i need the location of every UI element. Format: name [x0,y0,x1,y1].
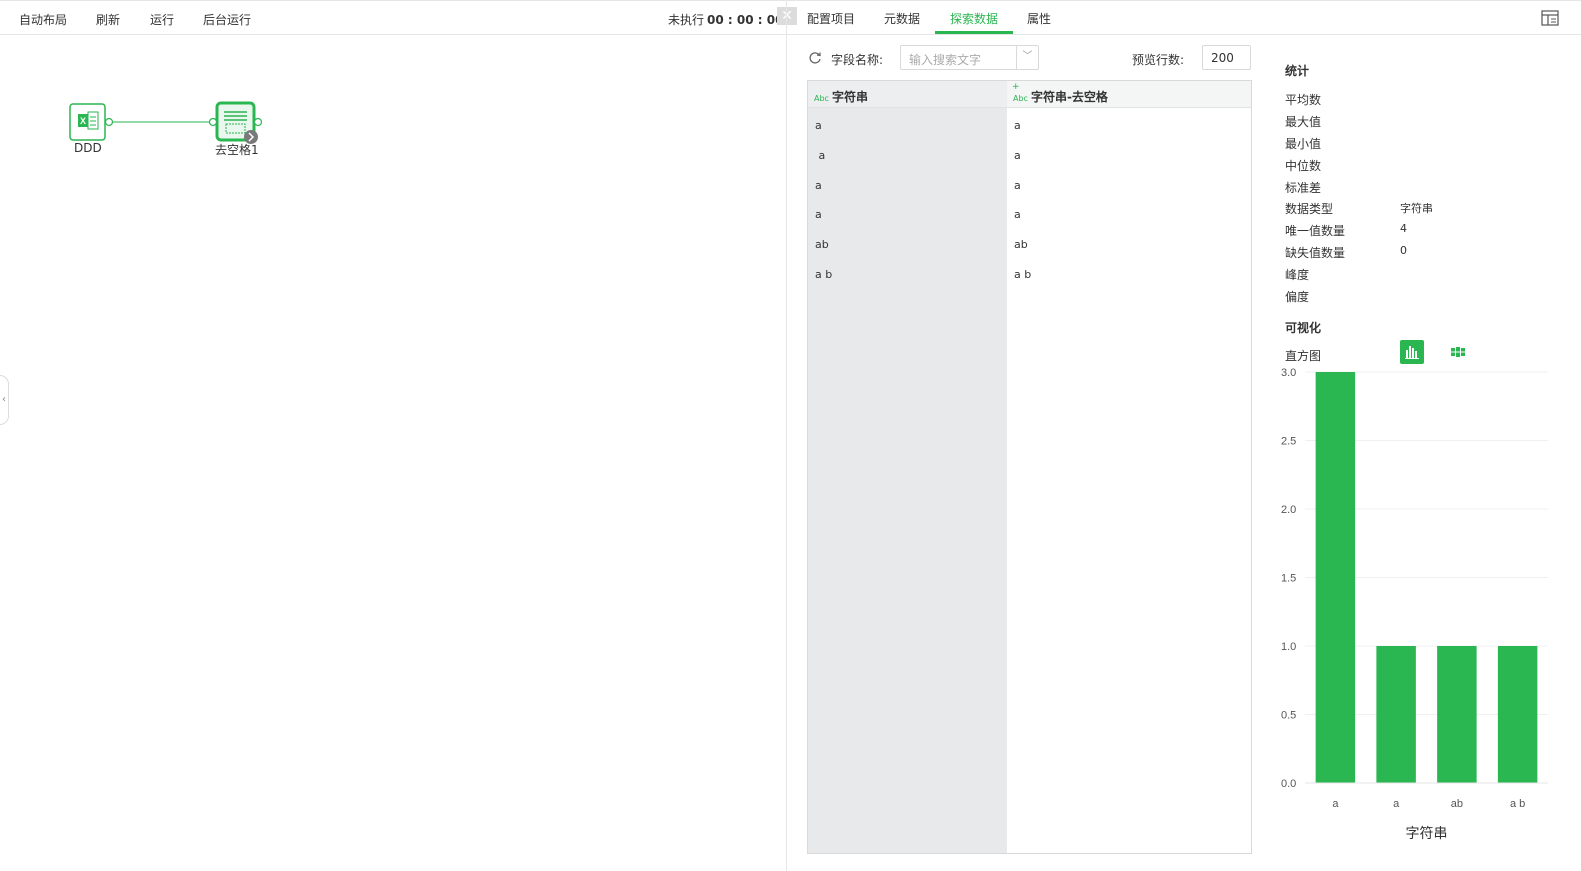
y-tick-label: 1.5 [1281,573,1296,585]
output-port[interactable] [253,117,263,127]
tab-metadata[interactable]: 元数据 [884,10,920,27]
histogram-label: 直方图 [1285,349,1322,363]
column-header-label: 字符串 [831,90,868,104]
run-button[interactable]: 运行 [150,11,174,28]
table-column: Abc 字符串 a a a a ab a b [808,81,1007,853]
excel-icon[interactable]: X [69,103,106,141]
column-header-label: 字符串-去空格 [1030,90,1108,104]
output-port[interactable] [104,117,114,127]
y-tick-label: 3.0 [1281,367,1296,379]
stat-name: 峰度 [1285,268,1310,282]
tab-config[interactable]: 配置项目 [807,10,855,27]
text-type-icon: Abc [814,94,829,103]
y-tick-label: 1.0 [1281,641,1296,653]
y-tick-label: 2.5 [1281,436,1296,448]
collapse-left-icon[interactable]: ‹ [0,375,9,425]
layout-icon[interactable] [1541,9,1559,27]
table-cell: a [1014,148,1021,162]
stat-value: 4 [1400,222,1407,235]
histogram-bar [1437,646,1477,783]
search-placeholder: 输入搜索文字 [909,53,982,67]
refresh-icon[interactable] [808,51,822,65]
stat-name: 数据类型 [1285,202,1334,216]
stat-name: 唯一值数量 [1285,224,1346,238]
data-preview-table: Abc 字符串 a a a a ab a b + Abc 字符串-去空格 a a a … [807,80,1252,854]
svg-text:X: X [80,116,86,126]
y-tick-label: 0.0 [1281,778,1296,790]
auto-layout-button[interactable]: 自动布局 [19,11,67,28]
node-label-ddd: DDD [74,141,102,155]
table-cell: a [815,119,822,132]
histogram-bar [1376,646,1416,783]
field-search-input[interactable]: 输入搜索文字 ﹀ [900,45,1039,70]
table-cell: a [1014,208,1021,222]
input-port[interactable] [208,117,218,127]
table-cell: a b [1014,267,1032,281]
node-label-trim: 去空格1 [215,143,259,157]
table-cell: ab [1014,238,1028,252]
stat-name: 偏度 [1285,290,1310,304]
run-status: 未执行 00 : 00 : 00 [668,11,783,28]
stat-name: 最小值 [1285,137,1322,151]
x-tick-label: a [1393,798,1400,810]
preview-rows-input[interactable]: 200 [1202,45,1251,70]
text-type-icon: Abc [1013,94,1028,103]
stat-name: 标准差 [1285,181,1322,195]
flow-toolbar: 自动布局 刷新 运行 后台运行 未执行 00 : 00 : 00 [0,0,788,35]
stat-name: 缺失值数量 [1285,246,1346,260]
table-cell: a [815,178,822,192]
x-tick-label: a [1332,798,1339,810]
column-header[interactable]: Abc 字符串 [808,81,1007,108]
histogram-bar [1315,372,1356,783]
histogram-bar [1497,646,1538,783]
table-cell: a b [815,267,833,281]
preview-rows-label: 预览行数: [1132,53,1185,67]
x-tick-label: a b [1510,798,1525,810]
table-column: + Abc 字符串-去空格 a a a a ab a b [1007,81,1251,853]
status-label: 未执行 [668,13,705,27]
active-tab-indicator [935,31,1013,34]
background-run-button[interactable]: 后台运行 [203,11,251,28]
app-window: 自动布局 刷新 运行 后台运行 未执行00 : 00 : 00 ✕ ‹ X [0,0,1581,871]
table-cell: a [815,148,826,162]
refresh-button[interactable]: 刷新 [96,11,120,28]
stat-name: 中位数 [1285,159,1322,173]
boxplot-icon[interactable] [1446,340,1470,364]
flow-canvas[interactable]: ‹ X DDD 去空格1 [0,35,786,871]
stat-value: 字符串 [1400,202,1433,215]
x-axis-label: 字符串 [1406,825,1448,841]
stat-value: 0 [1400,244,1407,257]
stats-title: 统计 [1285,64,1310,78]
y-tick-label: 0.5 [1281,710,1296,722]
status-time: 00 : 00 : 00 [707,13,784,27]
visualization-title: 可视化 [1285,321,1322,335]
histogram-chart: 0.0 0.5 1.0 1.5 2.0 2.5 3.0 a a ab a b 字符串 [1281,367,1548,841]
table-cell: a [815,208,822,222]
table-cell: a [1014,119,1021,132]
field-name-label: 字段名称: [831,53,884,67]
tab-properties[interactable]: 属性 [1027,10,1051,27]
y-tick-label: 2.0 [1281,504,1296,516]
table-cell: a [1014,178,1021,192]
stat-name: 平均数 [1285,93,1322,107]
chevron-down-icon[interactable]: ﹀ [1016,46,1038,69]
stat-name: 最大值 [1285,115,1322,129]
histogram-icon[interactable] [1400,340,1424,364]
tab-explore[interactable]: 探索数据 [950,10,998,27]
panel-divider[interactable] [786,0,787,871]
table-cell: ab [815,238,829,252]
new-field-icon: + [1012,82,1020,92]
column-header[interactable]: + Abc 字符串-去空格 [1007,81,1251,108]
x-tick-label: ab [1451,798,1463,810]
